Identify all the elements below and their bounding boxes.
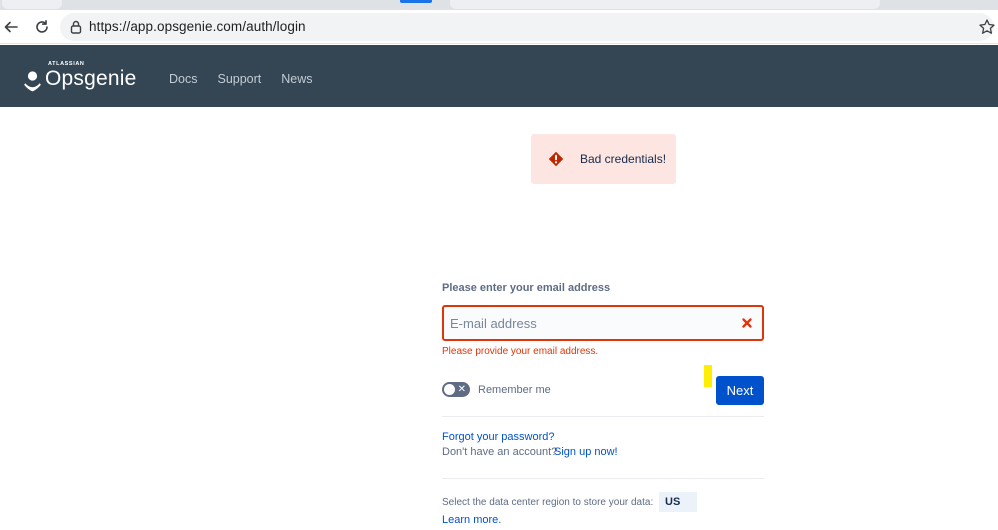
invalid-x-icon <box>742 318 752 328</box>
active-tab-indicator <box>400 0 432 3</box>
site-info-icon[interactable] <box>68 19 84 35</box>
remember-me-label[interactable]: Remember me <box>478 384 551 396</box>
browser-tab[interactable] <box>2 0 62 9</box>
error-diamond-icon <box>548 151 564 167</box>
logo-brand-text: Opsgenie <box>45 67 137 90</box>
browser-toolbar: https://app.opsgenie.com/auth/login <box>0 10 998 44</box>
toggle-knob <box>444 384 455 395</box>
nav-link-news[interactable]: News <box>281 72 312 86</box>
email-input[interactable] <box>450 313 730 333</box>
email-field-wrapper <box>442 305 764 341</box>
nav-link-support[interactable]: Support <box>217 72 261 86</box>
browser-tab-strip <box>0 0 998 10</box>
header-nav: Docs Support News <box>169 72 333 86</box>
reload-icon <box>36 20 48 33</box>
divider <box>442 416 764 417</box>
sign-up-link[interactable]: Sign up now! <box>554 446 618 458</box>
back-button[interactable] <box>0 16 22 38</box>
region-select[interactable]: US <box>659 492 697 512</box>
yellow-highlight-mark <box>704 365 712 387</box>
back-arrow-icon <box>4 21 18 33</box>
reload-button[interactable] <box>31 16 53 38</box>
forgot-password-link[interactable]: Forgot your password? <box>442 431 555 443</box>
no-account-text: Don't have an account? <box>442 446 558 458</box>
email-label: Please enter your email address <box>442 282 611 294</box>
region-label: Select the data center region to store y… <box>442 497 654 508</box>
opsgenie-mark-icon <box>24 71 41 92</box>
app-header: ATLASSIAN Opsgenie Docs Support News <box>0 45 998 107</box>
remember-me-toggle[interactable]: ✕ <box>442 382 470 397</box>
next-button[interactable]: Next <box>716 376 764 405</box>
learn-more-link[interactable]: Learn more. <box>442 514 501 526</box>
address-bar[interactable]: https://app.opsgenie.com/auth/login <box>60 13 996 41</box>
email-error-text: Please provide your email address. <box>442 346 599 357</box>
bookmark-star-icon[interactable] <box>978 18 996 36</box>
alert-message: Bad credentials! <box>580 152 667 166</box>
browser-tab[interactable] <box>450 0 880 9</box>
nav-link-docs[interactable]: Docs <box>169 72 197 86</box>
error-alert: Bad credentials! <box>531 134 676 184</box>
url-text[interactable]: https://app.opsgenie.com/auth/login <box>89 19 306 34</box>
divider <box>442 478 764 479</box>
toggle-off-x-icon: ✕ <box>457 384 466 395</box>
